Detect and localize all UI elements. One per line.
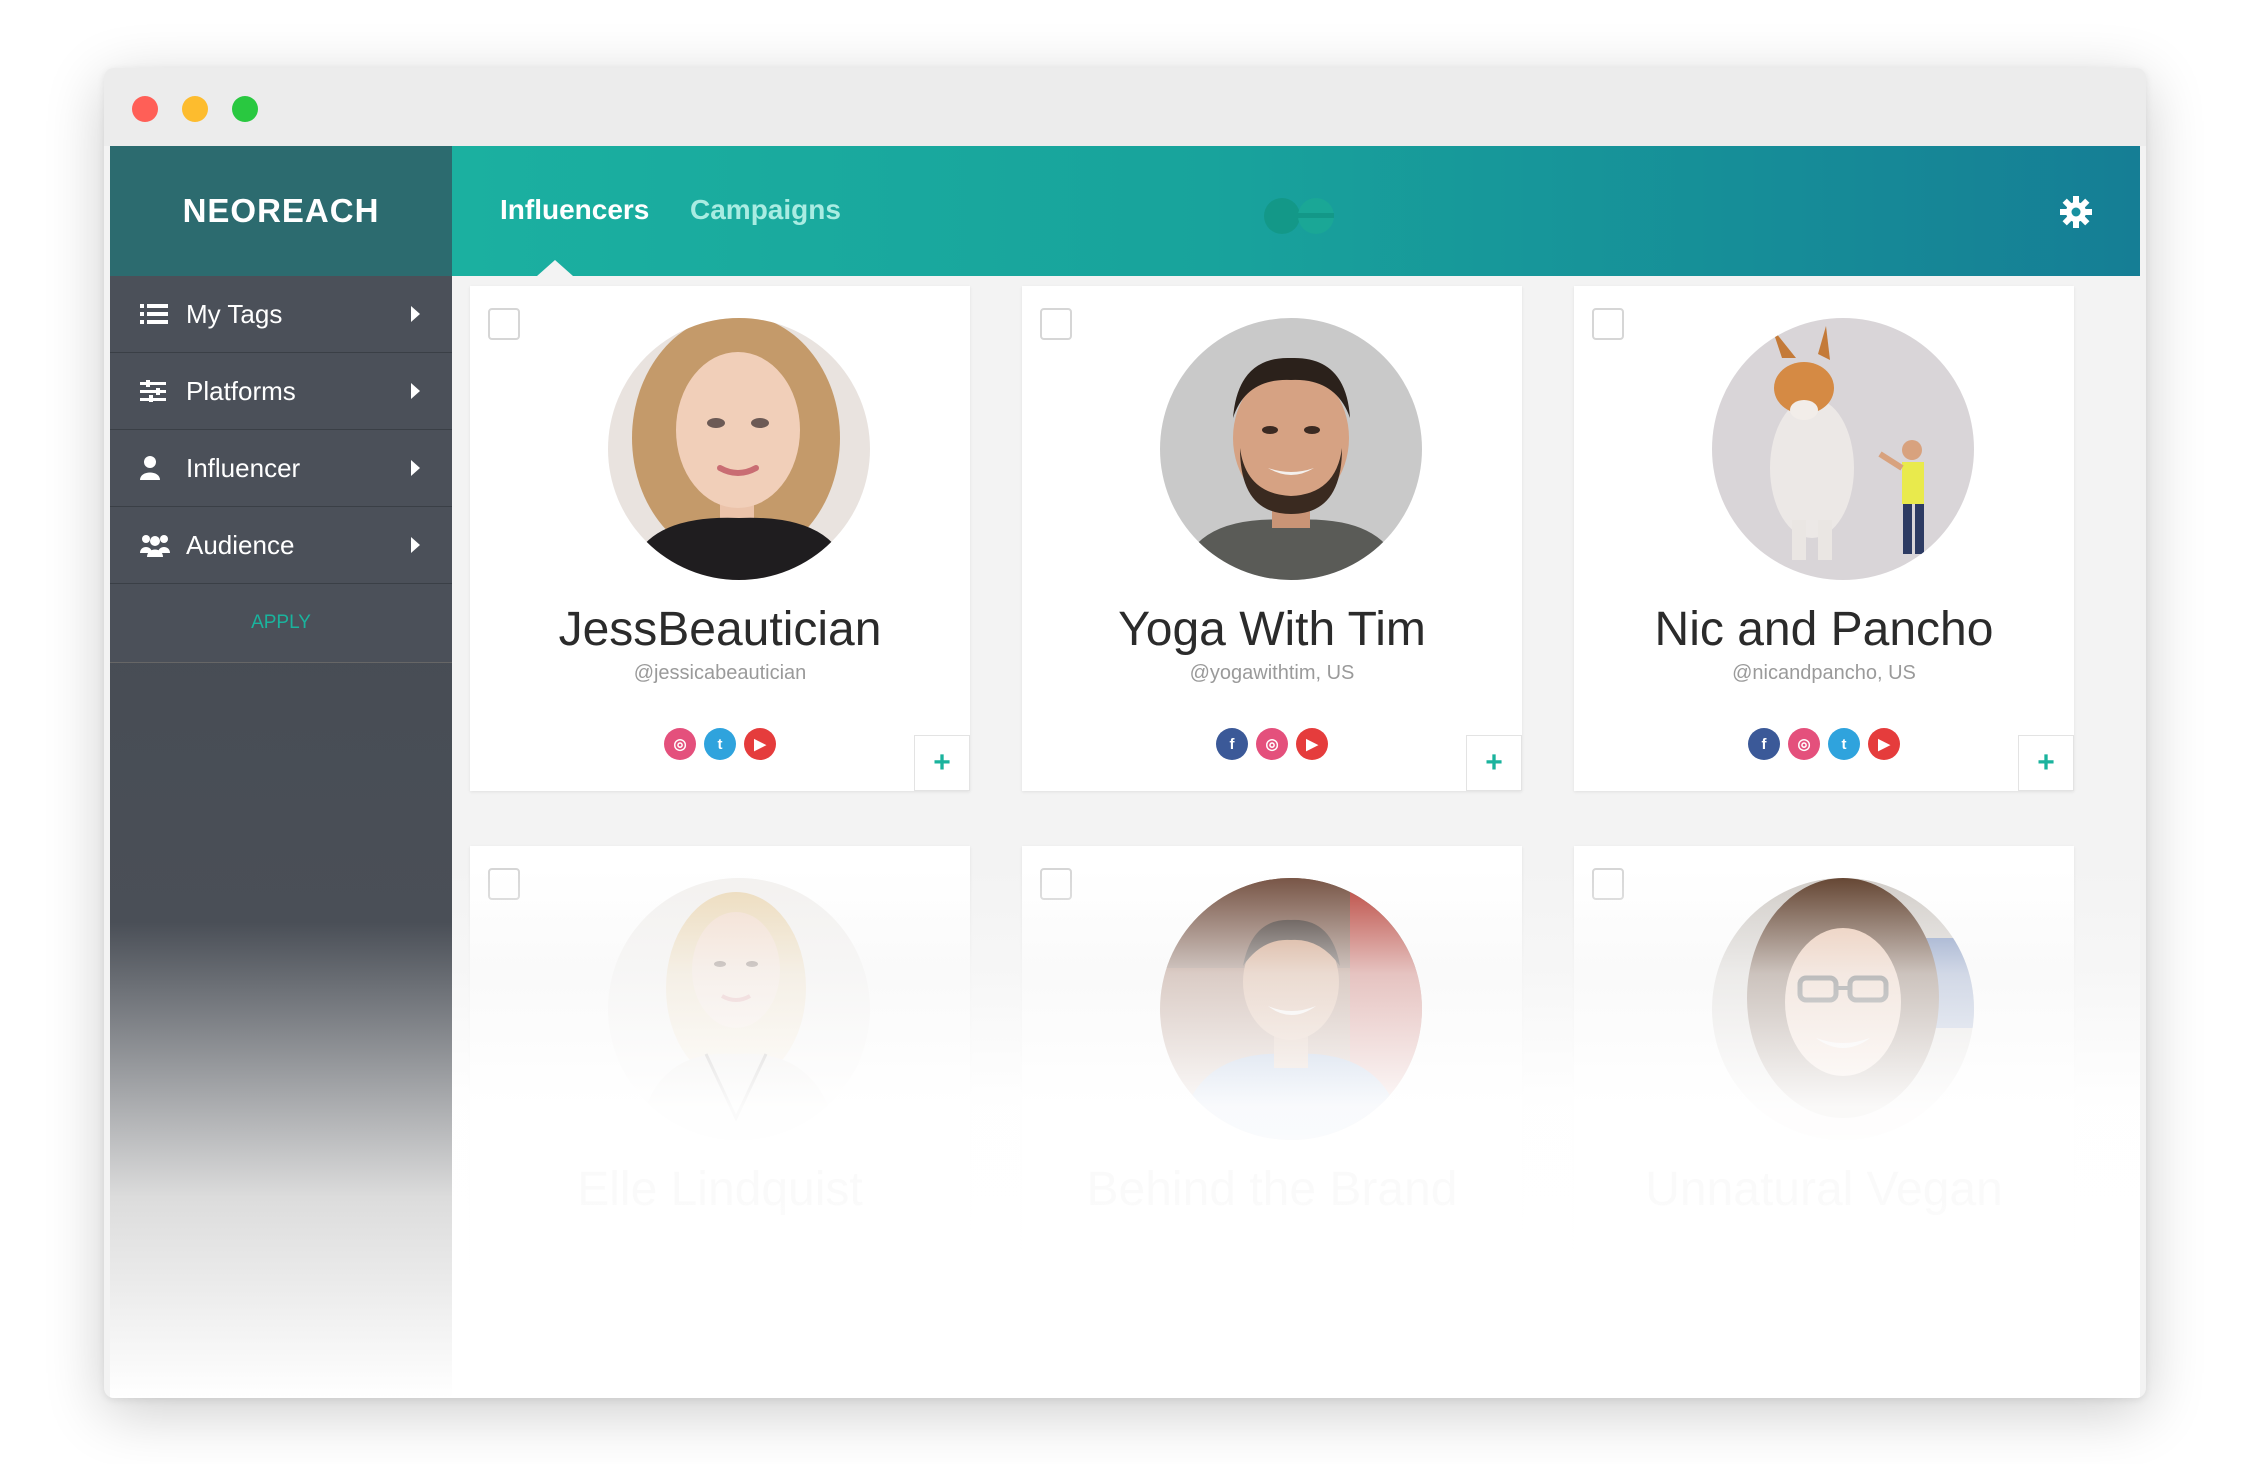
influencer-name: Unnatural Vegan (1645, 1163, 2003, 1216)
add-button[interactable]: + (914, 735, 970, 791)
group-icon (140, 533, 174, 557)
add-button[interactable]: + (1466, 735, 1522, 791)
facebook-icon[interactable]: f (1216, 728, 1248, 760)
tab-campaigns[interactable]: Campaigns (690, 194, 841, 226)
sidebar-item-my-tags[interactable]: My Tags (110, 276, 452, 353)
select-checkbox[interactable] (488, 308, 520, 340)
add-button[interactable]: + (2018, 735, 2074, 791)
active-tab-indicator (537, 260, 573, 276)
influencer-card[interactable]: Behind the Brand (1022, 846, 1522, 1351)
influencer-card[interactable]: Unnatural Vegan (1574, 846, 2074, 1351)
list-icon (140, 303, 174, 325)
brand-mark-icon (1262, 196, 1342, 241)
influencer-handle: @jessicabeautician (633, 662, 807, 684)
sidebar-item-platforms[interactable]: Platforms (110, 353, 452, 430)
app-logo: NEOREACH (182, 192, 380, 229)
social-links: ◎ t ▶ (470, 728, 970, 760)
apply-button[interactable]: APPLY (251, 612, 311, 634)
influencer-card[interactable]: Nic and Pancho @nicandpancho, US f ◎ t ▶… (1574, 286, 2074, 791)
sidebar-item-label: Audience (186, 529, 295, 560)
youtube-icon[interactable]: ▶ (1296, 728, 1328, 760)
influencer-card[interactable]: Elle Lindquist (470, 846, 970, 1351)
avatar (608, 878, 870, 1140)
youtube-icon[interactable]: ▶ (744, 728, 776, 760)
close-window-button[interactable] (132, 96, 158, 122)
influencer-name: Behind the Brand (1086, 1163, 1458, 1216)
sidebar-item-label: Platforms (186, 375, 296, 406)
apply-row: APPLY (110, 584, 452, 663)
title-bar (104, 68, 2146, 146)
influencer-name: Elle Lindquist (577, 1163, 863, 1216)
facebook-icon[interactable]: f (1748, 728, 1780, 760)
influencer-name: JessBeautician (558, 603, 882, 656)
avatar (1160, 878, 1422, 1140)
chevron-right-icon (411, 306, 420, 322)
app-window: NEOREACH My Tags Platforms Influencer Au… (104, 68, 2146, 1398)
instagram-icon[interactable]: ◎ (1256, 728, 1288, 760)
twitter-icon[interactable]: t (704, 728, 736, 760)
influencer-name: Yoga With Tim (1118, 603, 1426, 656)
minimize-window-button[interactable] (182, 96, 208, 122)
instagram-icon[interactable]: ◎ (664, 728, 696, 760)
sidebar-item-influencer[interactable]: Influencer (110, 430, 452, 507)
influencer-handle: @yogawithtim, US (1189, 662, 1355, 684)
twitter-icon[interactable]: t (1828, 728, 1860, 760)
influencer-handle: @nicandpancho, US (1732, 662, 1916, 684)
social-links: f ◎ t ▶ (1574, 728, 2074, 760)
sidebar-item-label: Influencer (186, 452, 301, 483)
social-links: f ◎ ▶ (1022, 728, 1522, 760)
avatar (608, 318, 870, 580)
select-checkbox[interactable] (488, 868, 520, 900)
gear-icon[interactable] (2060, 196, 2092, 233)
chevron-right-icon (411, 537, 420, 553)
maximize-window-button[interactable] (232, 96, 258, 122)
avatar (1712, 878, 1974, 1140)
avatar (1160, 318, 1422, 580)
sidebar: NEOREACH My Tags Platforms Influencer Au… (110, 146, 452, 1398)
sliders-icon (140, 380, 174, 402)
influencer-card[interactable]: JessBeautician @jessicabeautician ◎ t ▶ … (470, 286, 970, 791)
sidebar-item-label: My Tags (186, 298, 283, 329)
chevron-right-icon (411, 460, 420, 476)
avatar (1712, 318, 1974, 580)
instagram-icon[interactable]: ◎ (1788, 728, 1820, 760)
influencer-name: Nic and Pancho (1654, 603, 1994, 656)
sidebar-item-audience[interactable]: Audience (110, 507, 452, 584)
select-checkbox[interactable] (1040, 308, 1072, 340)
influencer-grid: JessBeautician @jessicabeautician ◎ t ▶ … (470, 286, 2074, 1398)
select-checkbox[interactable] (1040, 868, 1072, 900)
select-checkbox[interactable] (1592, 308, 1624, 340)
logo-area: NEOREACH (110, 146, 452, 276)
tab-influencers[interactable]: Influencers (500, 194, 649, 226)
top-navigation: Influencers Campaigns (452, 146, 2140, 276)
youtube-icon[interactable]: ▶ (1868, 728, 1900, 760)
chevron-right-icon (411, 383, 420, 399)
select-checkbox[interactable] (1592, 868, 1624, 900)
influencer-card[interactable]: Yoga With Tim @yogawithtim, US f ◎ ▶ + (1022, 286, 1522, 791)
person-icon (140, 456, 174, 480)
